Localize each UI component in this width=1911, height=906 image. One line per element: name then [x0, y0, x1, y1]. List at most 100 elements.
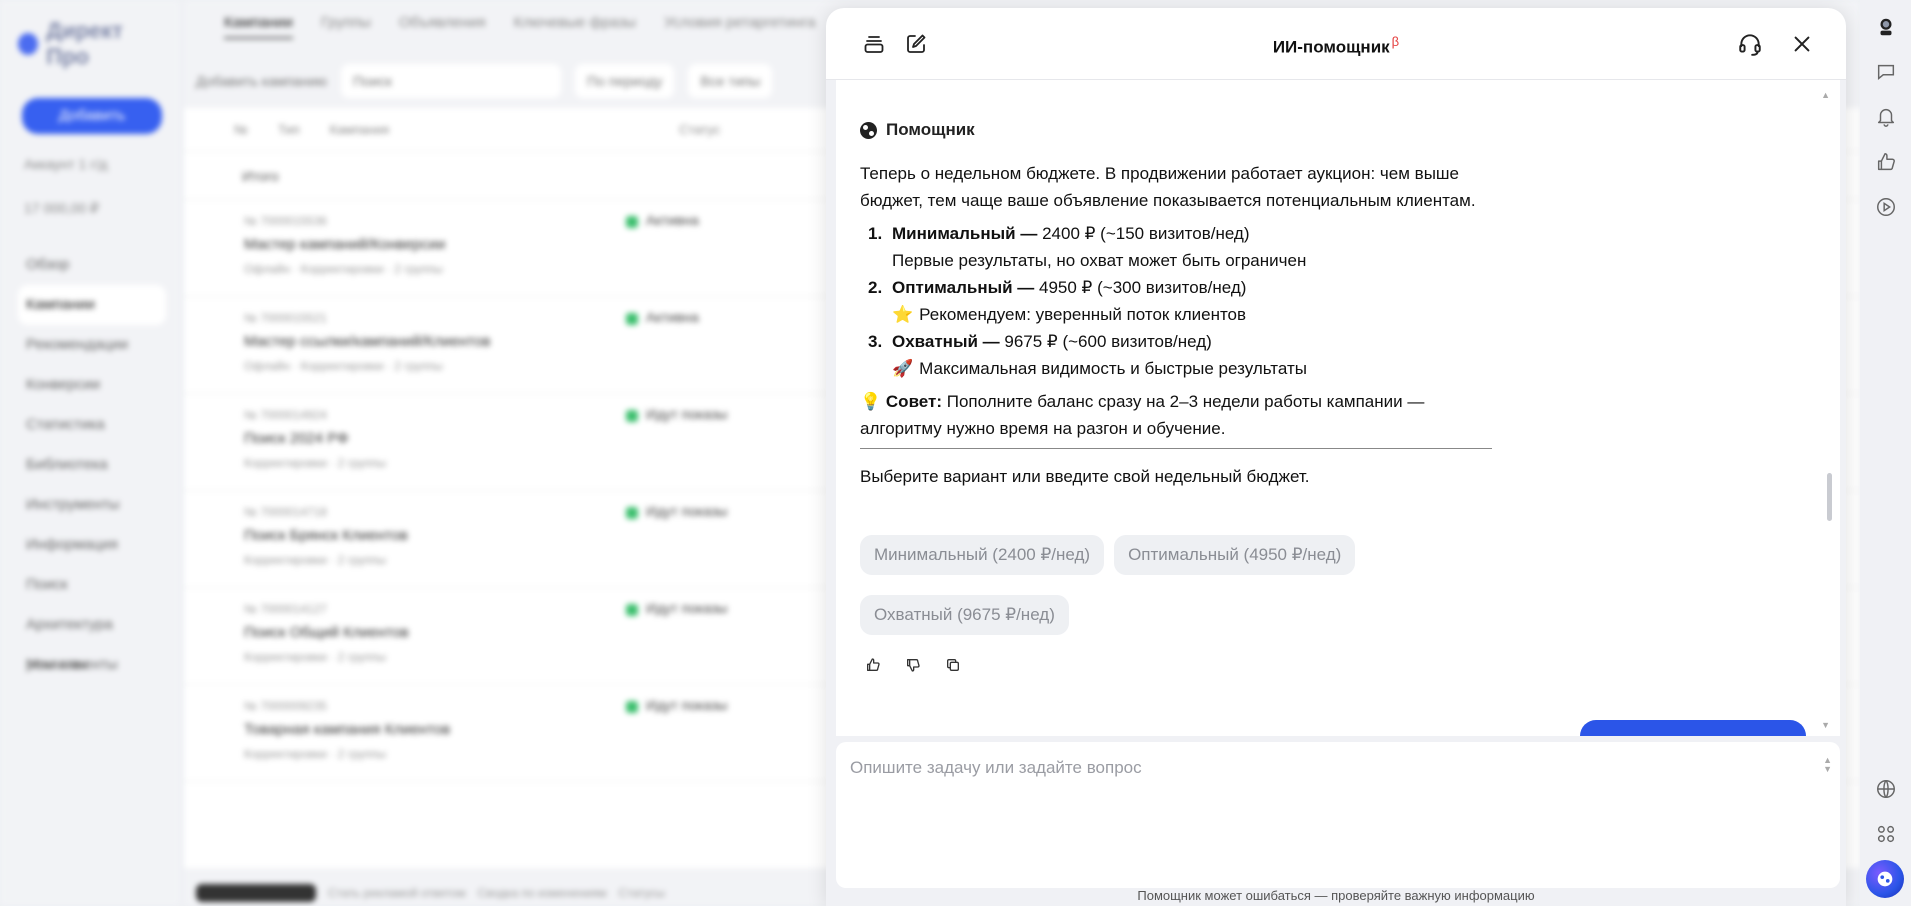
row-status: Идут показы	[646, 406, 728, 422]
bg-nav-item[interactable]: Рекомендации	[18, 325, 162, 365]
bg-period-select[interactable]: По периоду	[575, 64, 675, 98]
row-status: Активна	[646, 212, 699, 228]
row-name[interactable]: Мастер ссылки/кампаний/Клиентов	[244, 333, 490, 350]
support-headset-icon[interactable]	[1734, 28, 1766, 60]
bg-nav-item[interactable]: Библиотека	[18, 445, 162, 485]
row-sub: Корректировки · 2 группы	[244, 553, 387, 567]
bg-col-header: Кампания	[329, 122, 390, 137]
bg-tab[interactable]: Группы	[321, 14, 371, 39]
row-status: Идут показы	[646, 503, 728, 519]
message-reactions	[864, 656, 962, 674]
bg-col-header: Статус	[679, 122, 721, 137]
bg-create-button[interactable]: Добавить	[22, 98, 162, 134]
option-name: Минимальный —	[892, 224, 1038, 243]
bg-account: Аккаунт 1 г/д	[24, 156, 108, 172]
status-dot-icon	[626, 604, 638, 616]
scrollbar-thumb[interactable]	[1827, 473, 1832, 521]
disclaimer-text: Помощник может ошибаться — проверяйте ва…	[1137, 888, 1535, 903]
row-id: № 7000014718	[244, 505, 327, 519]
user-message-bubble	[1580, 720, 1806, 736]
bg-nav-item[interactable]: Информация	[18, 525, 162, 565]
bg-tab[interactable]: Объявления	[399, 14, 486, 39]
right-rail	[1860, 0, 1911, 906]
chip-optimal[interactable]: Оптимальный (4950 ₽/нед)	[1114, 535, 1356, 575]
panel-title: ИИ-помощник β	[826, 34, 1846, 58]
row-status: Активна	[646, 309, 699, 325]
message-input-box[interactable]: ▲▼	[836, 742, 1840, 888]
message-input[interactable]	[836, 742, 1840, 888]
message-divider	[860, 448, 1492, 449]
option-desc: Первые результаты, но охват может быть о…	[892, 251, 1307, 270]
apps-grid-icon[interactable]	[1873, 821, 1899, 847]
globe-icon[interactable]	[1873, 776, 1899, 802]
bg-footer-link[interactable]: Сводка по изменениям	[478, 886, 607, 900]
bg-footer-link[interactable]: Стать рекламой ответом	[328, 886, 466, 900]
bg-nav-item-active[interactable]: Кампании	[18, 285, 166, 325]
user-avatar-icon[interactable]	[1873, 14, 1899, 40]
bg-footer-link[interactable]: Статусы	[618, 886, 665, 900]
assistant-launcher-icon[interactable]	[1866, 860, 1904, 898]
bg-col-header: №	[234, 122, 248, 137]
bg-nav-item[interactable]: Поиск	[18, 565, 162, 605]
row-sub: Корректировки · 2 группы	[244, 747, 387, 761]
option-name: Оптимальный —	[892, 278, 1035, 297]
copy-icon[interactable]	[944, 656, 962, 674]
thumbs-down-icon[interactable]	[904, 656, 922, 674]
scroll-up-arrow-icon[interactable]: ▲	[1821, 90, 1830, 100]
bg-show-all-button[interactable]	[196, 884, 316, 902]
row-id: № 7000014127	[244, 602, 327, 616]
chat-scroll-area[interactable]: ▲ ▼ Помощник Теперь о недельном бюджете.…	[836, 80, 1840, 736]
row-sub: Офлайн · Корректировки · 2 группы	[244, 359, 443, 373]
bg-tab[interactable]: Кампании	[224, 14, 293, 39]
budget-option: 1. Минимальный — 2400 ₽ (~150 визитов/не…	[860, 220, 1500, 274]
chip-coverage[interactable]: Охватный (9675 ₽/нед)	[860, 595, 1069, 635]
message-intro: Теперь о недельном бюджете. В продвижени…	[860, 164, 1476, 210]
rocket-icon: 🚀	[892, 359, 914, 378]
bg-nav-item[interactable]: Обзор	[18, 245, 162, 285]
assistant-message: Теперь о недельном бюджете. В продвижени…	[860, 160, 1500, 500]
row-name[interactable]: Мастер кампаний/Конверсии	[244, 236, 445, 253]
status-dot-icon	[626, 701, 638, 713]
row-sub: Корректировки · 2 группы	[244, 456, 387, 470]
row-name[interactable]: Поиск 2024 РФ	[244, 430, 349, 447]
bg-nav-item[interactable]: Архитектура рекламы	[18, 605, 162, 673]
tip-text: Пополните баланс сразу на 2–3 недели раб…	[860, 392, 1425, 438]
budget-option: 3. Охватный — 9675 ₽ (~600 визитов/нед) …	[860, 328, 1500, 382]
resize-grip-icon[interactable]: ▲ ▼	[1823, 756, 1832, 774]
play-circle-icon[interactable]	[1873, 194, 1899, 220]
row-name[interactable]: Поиск Брянск Клиентов	[244, 527, 408, 544]
bell-icon[interactable]	[1873, 104, 1899, 130]
chip-minimal[interactable]: Минимальный (2400 ₽/нед)	[860, 535, 1105, 575]
bg-col-header: Тип	[277, 122, 300, 137]
assistant-panel: ИИ-помощник β ▲ ▼ Помощник Теперь о недел…	[826, 8, 1846, 906]
status-dot-icon	[626, 507, 638, 519]
thumbs-up-icon[interactable]	[1873, 149, 1899, 175]
option-number: 2.	[868, 278, 883, 297]
chat-bubble-icon[interactable]	[1873, 59, 1899, 85]
bg-nav-item[interactable]: Инструменты	[18, 485, 162, 525]
close-icon[interactable]	[1786, 28, 1818, 60]
bg-tab[interactable]: Ключевые фразы	[514, 14, 636, 39]
option-value: 9675 ₽ (~600 визитов/нед)	[999, 332, 1212, 351]
row-id: № 7000014924	[244, 408, 327, 422]
bg-nav-item[interactable]: Мои клиенты	[18, 645, 162, 685]
thumbs-up-icon[interactable]	[864, 656, 882, 674]
status-dot-icon	[626, 313, 638, 325]
row-id: № 7000009235	[244, 699, 327, 713]
bg-tab[interactable]: Условия ретаргетинга	[664, 14, 816, 39]
scroll-down-arrow-icon[interactable]: ▼	[1821, 720, 1830, 730]
tip-paragraph: 💡 Совет: Пополните баланс сразу на 2–3 н…	[860, 388, 1500, 442]
bg-nav-item[interactable]: Конверсии	[18, 365, 162, 405]
option-number: 3.	[868, 332, 883, 351]
bg-type-select[interactable]: Все типы	[688, 64, 773, 98]
bg-filters: Добавить кампанию Поиск По периоду Все т…	[196, 64, 773, 98]
status-dot-icon	[626, 410, 638, 422]
row-name[interactable]: Товарная кампания Клиентов	[244, 721, 450, 738]
row-name[interactable]: Поиск Общий Клиентов	[244, 624, 409, 641]
bg-nav-item[interactable]: Статистика	[18, 405, 162, 445]
author-name: Помощник	[886, 120, 975, 139]
bg-bottom-bar: Стать рекламой ответом Сводка по изменен…	[196, 884, 665, 902]
bg-add-campaign[interactable]: Добавить кампанию	[196, 73, 327, 89]
bg-search-input[interactable]: Поиск	[341, 64, 562, 98]
logo-icon	[18, 33, 39, 55]
